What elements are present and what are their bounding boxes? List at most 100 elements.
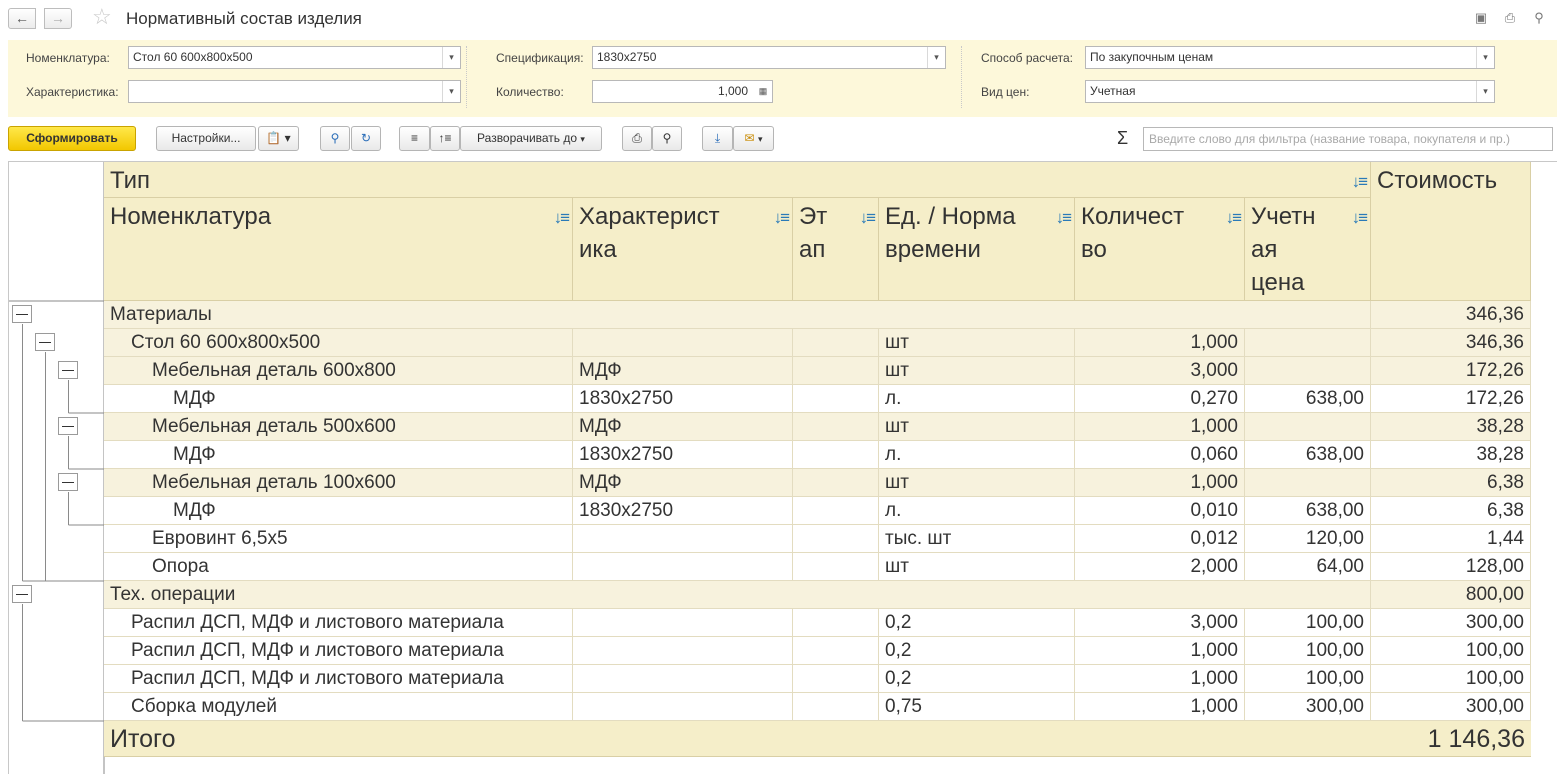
row-characteristic: [573, 637, 793, 665]
expand-button[interactable]: ↑≡: [430, 126, 460, 151]
row-cost: 128,00: [1371, 553, 1531, 581]
row-characteristic: [573, 609, 793, 637]
header-type-label: Тип: [110, 167, 151, 194]
nomenclature-field[interactable]: Стол 60 600x800x500 ▾: [128, 46, 461, 69]
chevron-down-icon: ▾: [580, 134, 585, 144]
row-characteristic: 1830x2750: [573, 441, 793, 469]
sort-icon[interactable]: ↓≡: [1056, 201, 1072, 234]
save-file-button[interactable]: ⤓: [702, 126, 733, 151]
row-quantity: 0,010: [1075, 497, 1245, 525]
header-stage-label: Эт ап: [799, 203, 828, 263]
header-quantity[interactable]: Количест во ↓≡: [1075, 198, 1245, 301]
header-characteristic[interactable]: Характерист ика ↓≡: [573, 198, 793, 301]
expand-icon: ↑≡: [438, 131, 452, 145]
specification-field[interactable]: 1830x2750 ▾: [592, 46, 946, 69]
sort-icon[interactable]: ↓≡: [860, 201, 876, 234]
sort-icon[interactable]: ↓≡: [1352, 165, 1368, 197]
header-nomenclature[interactable]: Номенклатура ↓≡: [104, 198, 573, 301]
header-quantity-label: Количест во: [1081, 203, 1185, 263]
characteristic-label: Характеристика:: [26, 85, 119, 99]
row-unit: 0,2: [879, 665, 1075, 693]
generate-button[interactable]: Сформировать: [8, 126, 136, 151]
row-quantity: 1,000: [1075, 413, 1245, 441]
print-icon[interactable]: ⎙: [1502, 10, 1518, 26]
row-characteristic: [573, 693, 793, 721]
calculator-icon[interactable]: ▦: [754, 81, 772, 102]
dropdown-icon[interactable]: ▾: [442, 81, 460, 102]
header-type[interactable]: Тип ↓≡: [104, 162, 1371, 198]
row-quantity: 0,012: [1075, 525, 1245, 553]
header-cost[interactable]: Стоимость: [1371, 162, 1531, 301]
row-cost: 38,28: [1371, 413, 1531, 441]
row-name: МДФ: [104, 385, 573, 413]
row-price: [1245, 329, 1371, 357]
sort-icon[interactable]: ↓≡: [774, 201, 790, 234]
header-cost-label: Стоимость: [1377, 167, 1498, 194]
filter-input[interactable]: Введите слово для фильтра (название това…: [1143, 127, 1553, 151]
characteristic-field[interactable]: ▾: [128, 80, 461, 103]
collapse-toggle-icon[interactable]: [35, 333, 55, 351]
row-stage: [793, 693, 879, 721]
dropdown-icon[interactable]: ▾: [1476, 81, 1494, 102]
save-icon[interactable]: ▣: [1473, 10, 1489, 26]
price-type-value: Учетная: [1090, 84, 1136, 98]
sort-icon[interactable]: ↓≡: [554, 201, 570, 234]
row-stage: [793, 553, 879, 581]
header-price[interactable]: Учетн ая цена ↓≡: [1245, 198, 1371, 301]
search-next-icon: ↻: [360, 131, 372, 145]
collapse-toggle-icon[interactable]: [58, 473, 78, 491]
row-unit: 0,2: [879, 609, 1075, 637]
dropdown-icon[interactable]: ▾: [927, 47, 945, 68]
row-name: Мебельная деталь 100x600: [104, 469, 573, 497]
find-button[interactable]: ⚲: [320, 126, 350, 151]
collapse-toggle-icon[interactable]: [58, 361, 78, 379]
preview-icon[interactable]: ⚲: [1531, 10, 1547, 26]
window-title: Нормативный состав изделия: [126, 9, 362, 28]
variants-button[interactable]: 📋 ▾: [258, 126, 299, 151]
row-price: 64,00: [1245, 553, 1371, 581]
row-name: Мебельная деталь 500x600: [104, 413, 573, 441]
header-unit[interactable]: Ед. / Норма времени ↓≡: [879, 198, 1075, 301]
back-button[interactable]: ←: [8, 8, 36, 29]
row-stage: [793, 637, 879, 665]
row-characteristic: МДФ: [573, 469, 793, 497]
expand-to-button[interactable]: Разворачивать до ▾: [460, 126, 602, 151]
favorite-star-icon[interactable]: ☆: [92, 5, 112, 29]
print-button[interactable]: ⎙: [622, 126, 652, 151]
forward-arrow-icon: →: [51, 10, 65, 26]
row-name: Распил ДСП, МДФ и листового материала: [104, 665, 573, 693]
collapse-toggle-icon[interactable]: [58, 417, 78, 435]
row-cost: 100,00: [1371, 637, 1531, 665]
send-email-button[interactable]: ✉ ▾: [733, 126, 774, 151]
header-stage[interactable]: Эт ап ↓≡: [793, 198, 879, 301]
forward-button[interactable]: →: [44, 8, 72, 29]
calc-method-field[interactable]: По закупочным ценам ▾: [1085, 46, 1495, 69]
row-characteristic: 1830x2750: [573, 385, 793, 413]
row-price: 120,00: [1245, 525, 1371, 553]
collapse-toggle-icon[interactable]: [12, 585, 32, 603]
header-price-label: Учетн ая цена: [1251, 203, 1316, 296]
row-price: 638,00: [1245, 385, 1371, 413]
find-next-button[interactable]: ↻: [351, 126, 381, 151]
download-icon: ⤓: [714, 131, 721, 145]
header-unit-label: Ед. / Норма времени: [885, 203, 1016, 263]
sort-icon[interactable]: ↓≡: [1226, 201, 1242, 234]
collapse-button[interactable]: ≡: [399, 126, 430, 151]
sort-icon[interactable]: ↓≡: [1352, 201, 1368, 234]
dropdown-icon[interactable]: ▾: [442, 47, 460, 68]
command-bar: Сформировать Настройки... 📋 ▾ ⚲ ↻ ≡ ↑≡ Р…: [0, 124, 1557, 156]
settings-button[interactable]: Настройки...: [156, 126, 256, 151]
row-cost: 6,38: [1371, 469, 1531, 497]
row-stage: [793, 497, 879, 525]
row-cost: 38,28: [1371, 441, 1531, 469]
row-characteristic: [573, 665, 793, 693]
preview-button[interactable]: ⚲: [652, 126, 682, 151]
row-price: [1245, 469, 1371, 497]
total-value: 1 146,36: [1371, 721, 1531, 757]
price-type-field[interactable]: Учетная ▾: [1085, 80, 1495, 103]
dropdown-icon[interactable]: ▾: [1476, 47, 1494, 68]
quantity-field[interactable]: 1,000 ▦: [592, 80, 773, 103]
collapse-toggle-icon[interactable]: [12, 305, 32, 323]
sum-icon[interactable]: Σ: [1117, 128, 1128, 149]
row-stage: [793, 413, 879, 441]
